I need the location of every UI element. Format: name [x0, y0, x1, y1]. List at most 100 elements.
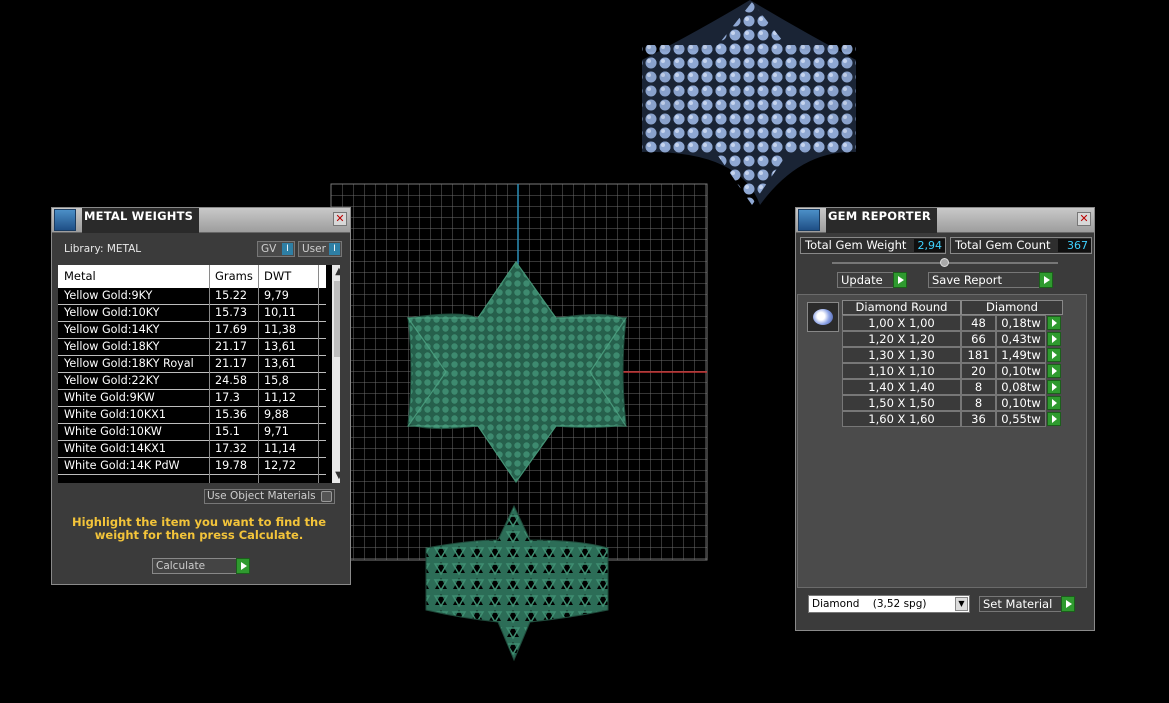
table-row[interactable]: White Gold:14KX1 17.32 11,14 [58, 441, 326, 458]
select-gem-icon[interactable] [1047, 396, 1061, 410]
diamond-icon[interactable] [807, 302, 839, 332]
select-gem-icon[interactable] [1047, 412, 1061, 426]
cell-metal: White Gold:10KW [64, 425, 162, 438]
cell-size: 1,00 X 1,00 [842, 315, 961, 331]
col-dwt[interactable]: DWT [264, 265, 291, 288]
set-material-button[interactable]: Set Material [979, 596, 1075, 612]
select-gem-icon[interactable] [1047, 380, 1061, 394]
table-row[interactable]: Yellow Gold:14KY 17.69 11,38 [58, 322, 326, 339]
cell-count: 66 [961, 331, 996, 347]
chevron-down-icon[interactable]: ▼ [955, 597, 968, 611]
gem-row[interactable]: 1,00 X 1,00 48 0,18tw [842, 315, 1063, 331]
cell-metal: Yellow Gold:18KY [64, 340, 160, 353]
cell-size: 1,10 X 1,10 [842, 363, 961, 379]
table-row[interactable]: Yellow Gold:18KY 21.17 13,61 [58, 339, 326, 356]
table-row[interactable]: White Gold:14K PdW 19.78 12,72 [58, 458, 326, 475]
gem-reporter-titlebar[interactable]: GEM REPORTER ✕ [796, 208, 1094, 233]
total-gem-weight-value: 2,94 [914, 239, 945, 252]
table-row[interactable]: Yellow Gold:10KY 15.73 10,11 [58, 305, 326, 322]
user-toggle-label: User [302, 243, 326, 255]
cell-size: 1,60 X 1,60 [842, 411, 961, 427]
cell-metal: Yellow Gold:10KY [64, 306, 160, 319]
metal-weights-titlebar[interactable]: METAL WEIGHTS ✕ [52, 208, 350, 233]
table-row[interactable]: White Gold:10KW 15.1 9,71 [58, 424, 326, 441]
metal-weights-title: METAL WEIGHTS [82, 208, 200, 233]
gem-row[interactable]: 1,40 X 1,40 8 0,08tw [842, 379, 1063, 395]
play-icon [1061, 596, 1075, 612]
select-gem-icon[interactable] [1047, 364, 1061, 378]
radio-icon [321, 491, 332, 502]
metal-table-header: Metal Grams DWT [58, 265, 326, 288]
cell-weight: 1,49tw [996, 347, 1046, 363]
gv-toggle[interactable]: GV I [257, 241, 295, 257]
slider-handle[interactable] [940, 258, 949, 267]
cell-grams: 15.73 [215, 306, 248, 319]
select-gem-icon[interactable] [1047, 332, 1061, 346]
cell-dwt: 13,61 [264, 340, 297, 353]
cell-count: 8 [961, 395, 996, 411]
gem-row[interactable]: 1,20 X 1,20 66 0,43tw [842, 331, 1063, 347]
cell-count: 48 [961, 315, 996, 331]
cell-weight: 0,10tw [996, 395, 1046, 411]
gem-reporter-icon [798, 209, 820, 231]
cell-size: 1,50 X 1,50 [842, 395, 961, 411]
gem-row[interactable]: 1,10 X 1,10 20 0,10tw [842, 363, 1063, 379]
cell-grams: 15.36 [215, 408, 248, 421]
gem-list-area[interactable]: Diamond Round Diamond 1,00 X 1,00 48 0,18t… [797, 294, 1087, 588]
cell-count: 181 [961, 347, 996, 363]
col-grams[interactable]: Grams [215, 265, 253, 288]
close-icon[interactable]: ✕ [333, 212, 347, 226]
col-metal[interactable]: Metal [64, 265, 96, 288]
toggle-knob-icon: I [282, 243, 293, 255]
table-row[interactable]: Yellow Gold:9KY 15.22 9,79 [58, 288, 326, 305]
select-gem-icon[interactable] [1047, 316, 1061, 330]
cell-metal: White Gold:9KW [64, 391, 155, 404]
cell-metal: Yellow Gold:14KY [64, 323, 160, 336]
table-row[interactable]: White Gold:9KW 17.3 11,12 [58, 390, 326, 407]
cell-grams: 19.78 [215, 459, 248, 472]
calculate-button[interactable]: Calculate [152, 558, 250, 574]
metal-weights-panel: METAL WEIGHTS ✕ Library: METAL GV I User… [51, 207, 351, 585]
cell-dwt: 9,79 [264, 289, 289, 302]
close-icon[interactable]: ✕ [1077, 212, 1091, 226]
material-select-value: Diamond (3,52 spg) [812, 598, 927, 610]
table-row[interactable]: Yellow Gold:18KY Royal 21.17 13,61 [58, 356, 326, 373]
play-icon [236, 558, 250, 574]
cell-dwt: 12,72 [264, 459, 297, 472]
library-label: Library: METAL [64, 243, 142, 255]
cell-metal: White Gold:14KX1 [64, 442, 166, 455]
cell-size: 1,40 X 1,40 [842, 379, 961, 395]
cell-count: 20 [961, 363, 996, 379]
scroll-thumb[interactable] [334, 281, 340, 357]
material-select[interactable]: Diamond (3,52 spg) ▼ [808, 595, 970, 613]
total-gem-count-label: Total Gem Count [955, 238, 1051, 252]
table-row[interactable]: White Gold:10KX1 15.36 9,88 [58, 407, 326, 424]
select-gem-icon[interactable] [1047, 348, 1061, 362]
scroll-up-icon[interactable]: ▲ [332, 265, 340, 279]
metal-table-scrollbar[interactable]: ▲ ▼ [332, 265, 340, 483]
update-button[interactable]: Update [837, 272, 907, 288]
gem-reporter-panel: GEM REPORTER ✕ Total Gem Weight 2,94 Tot… [795, 207, 1095, 631]
user-toggle[interactable]: User I [298, 241, 342, 257]
cell-dwt: 11,38 [264, 323, 297, 336]
cell-metal: Yellow Gold:9KY [64, 289, 153, 302]
cell-weight: 0,43tw [996, 331, 1046, 347]
col-diamond: Diamond [961, 300, 1063, 315]
save-report-button[interactable]: Save Report [928, 272, 1053, 288]
metal-table[interactable]: Metal Grams DWT Yellow Gold:9KY 15.22 9,79… [58, 265, 340, 483]
total-gem-weight-label: Total Gem Weight [805, 238, 907, 252]
gem-row[interactable]: 1,50 X 1,50 8 0,10tw [842, 395, 1063, 411]
gem-row[interactable]: 1,60 X 1,60 36 0,55tw [842, 411, 1063, 427]
cell-metal: White Gold:14K PdW [64, 459, 180, 472]
update-label: Update [841, 273, 883, 287]
set-material-label: Set Material [983, 597, 1053, 611]
col-diamond-round: Diamond Round [842, 300, 961, 315]
gem-row[interactable]: 1,30 X 1,30 181 1,49tw [842, 347, 1063, 363]
cell-dwt: 11,12 [264, 391, 297, 404]
table-row[interactable]: Yellow Gold:22KY 24.58 15,8 [58, 373, 326, 390]
cell-grams: 17.32 [215, 442, 248, 455]
use-object-materials-toggle[interactable]: Use Object Materials [204, 489, 335, 504]
scroll-down-icon[interactable]: ▼ [332, 469, 340, 483]
total-gem-weight: Total Gem Weight 2,94 [800, 237, 946, 254]
cell-size: 1,30 X 1,30 [842, 347, 961, 363]
